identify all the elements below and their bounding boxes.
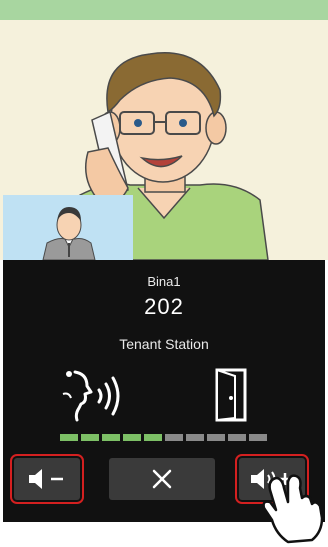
volume-segment bbox=[249, 434, 267, 441]
self-view-preview bbox=[3, 195, 133, 260]
door-icon bbox=[215, 368, 247, 422]
volume-segment bbox=[60, 434, 78, 441]
pointing-hand-icon bbox=[262, 474, 324, 544]
volume-down-button[interactable] bbox=[10, 454, 84, 504]
speaker-minus-icon bbox=[29, 469, 63, 489]
volume-segment bbox=[207, 434, 225, 441]
room-number: 202 bbox=[144, 294, 184, 319]
volume-segment bbox=[165, 434, 183, 441]
volume-segment bbox=[186, 434, 204, 441]
volume-segment bbox=[228, 434, 246, 441]
volume-level-meter bbox=[60, 434, 267, 441]
close-icon bbox=[152, 469, 172, 489]
end-call-button[interactable] bbox=[109, 458, 215, 500]
volume-segment bbox=[144, 434, 162, 441]
volume-segment bbox=[102, 434, 120, 441]
top-status-strip bbox=[0, 0, 328, 20]
self-view-illustration bbox=[42, 207, 96, 260]
caller-name: Bina1 bbox=[147, 274, 181, 289]
station-type: Tenant Station bbox=[119, 336, 209, 352]
talking-icon bbox=[62, 370, 120, 422]
volume-segment bbox=[81, 434, 99, 441]
volume-segment bbox=[123, 434, 141, 441]
